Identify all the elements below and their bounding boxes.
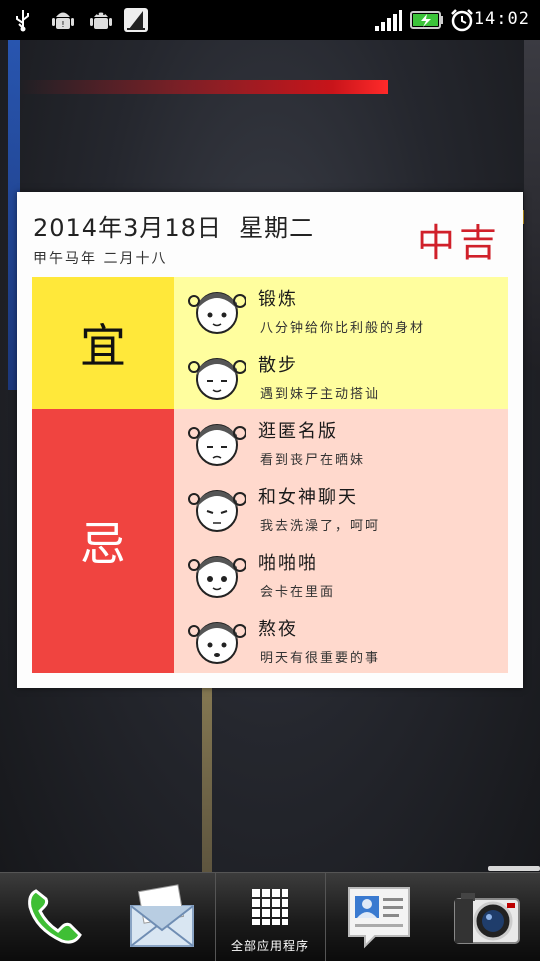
yi-label: 宜	[32, 277, 174, 409]
dock: 全部应用程序	[0, 872, 540, 961]
ji-list: 逛匿名版 看到丧尸在晒妹 和女神聊天 我去洗澡了，呵呵 啪啪啪 会卡在里面 熬夜…	[174, 409, 508, 673]
dock-handle[interactable]	[488, 866, 540, 871]
item-title: 熬夜	[258, 619, 298, 640]
list-item[interactable]: 逛匿名版 看到丧尸在晒妹	[174, 409, 508, 475]
widget-lunar-date: 甲午马年 二月十八	[33, 251, 168, 267]
list-item[interactable]: 啪啪啪 会卡在里面	[174, 541, 508, 607]
item-desc: 我去洗澡了，呵呵	[260, 519, 381, 534]
avatar	[188, 292, 246, 334]
phone-button[interactable]	[0, 873, 108, 961]
yi-list: 锻炼 八分钟给你比利般的身材 散步 遇到妹子主动搭讪	[174, 277, 508, 409]
usb-icon	[12, 6, 34, 34]
avatar	[188, 358, 246, 400]
alarm-icon	[448, 6, 476, 34]
almanac-widget[interactable]: 2014年3月18日 星期二 甲午马年 二月十八 中吉 宜 忌 锻炼 八分钟给你…	[17, 192, 523, 688]
phone-icon	[28, 889, 82, 944]
battery-charging-icon	[410, 6, 444, 34]
avatar	[188, 424, 246, 466]
all-apps-icon	[252, 889, 288, 925]
status-clock: 14:02	[473, 9, 530, 29]
people-button[interactable]	[325, 873, 433, 961]
avatar	[188, 490, 246, 532]
wallpaper-grey-streak	[524, 40, 540, 370]
list-item[interactable]: 锻炼 八分钟给你比利般的身材	[174, 277, 508, 343]
item-title: 逛匿名版	[258, 421, 338, 442]
widget-date: 2014年3月18日 星期二	[33, 214, 315, 242]
list-item[interactable]: 和女神聊天 我去洗澡了，呵呵	[174, 475, 508, 541]
status-bar[interactable]: ! 14:02	[0, 0, 540, 40]
item-desc: 遇到妹子主动搭讪	[260, 387, 381, 402]
android-icon	[88, 6, 114, 34]
avatar	[188, 622, 246, 664]
wallpaper-red-streak	[18, 80, 388, 94]
all-apps-label: 全部应用程序	[230, 939, 309, 953]
mail-button[interactable]	[108, 873, 215, 961]
item-desc: 八分钟给你比利般的身材	[260, 321, 426, 336]
camera-button[interactable]	[433, 873, 540, 961]
camera-icon	[453, 893, 520, 944]
signal-icon	[372, 6, 404, 34]
item-title: 散步	[258, 355, 298, 376]
list-item[interactable]: 熬夜 明天有很重要的事	[174, 607, 508, 673]
ji-label: 忌	[32, 409, 174, 673]
android-debug-icon: !	[50, 6, 76, 34]
people-icon	[348, 887, 410, 949]
svg-text:!: !	[61, 20, 64, 29]
item-desc: 会卡在里面	[260, 585, 336, 600]
item-desc: 看到丧尸在晒妹	[260, 453, 366, 468]
avatar	[188, 556, 246, 598]
item-title: 啪啪啪	[258, 553, 318, 574]
mail-icon	[129, 884, 194, 947]
widget-luck: 中吉	[416, 221, 501, 265]
item-desc: 明天有很重要的事	[260, 651, 381, 666]
item-title: 和女神聊天	[258, 487, 358, 508]
sail-icon	[122, 6, 150, 34]
item-title: 锻炼	[258, 289, 298, 310]
list-item[interactable]: 散步 遇到妹子主动搭讪	[174, 343, 508, 409]
